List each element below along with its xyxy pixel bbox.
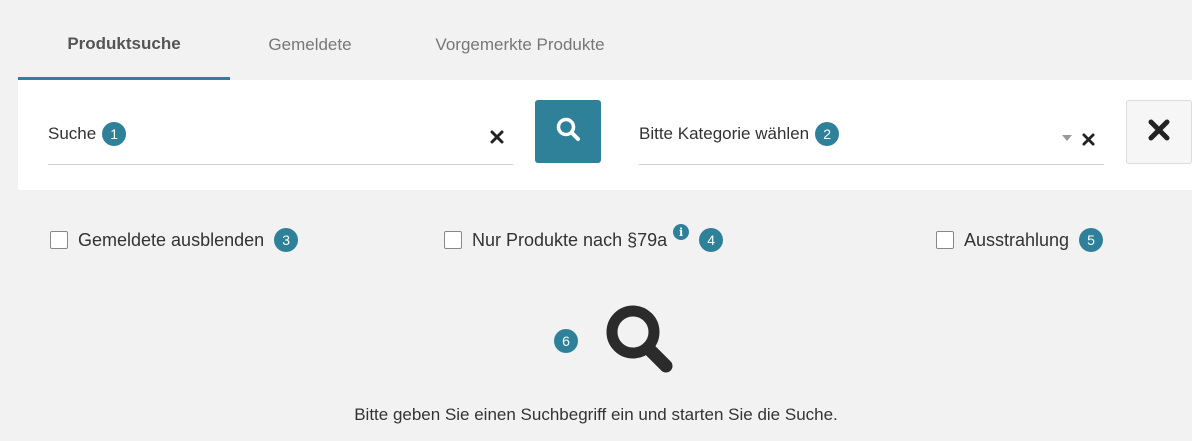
search-icon: [555, 116, 581, 147]
filter-nur-produkte-79a: Nur Produkte nach §79a i 4: [444, 224, 724, 252]
help-badge-6: 6: [554, 328, 578, 353]
info-icon[interactable]: i: [673, 224, 690, 240]
ausstrahlung-checkbox[interactable]: [936, 231, 954, 249]
close-icon: [1147, 118, 1171, 147]
nur-produkte-79a-checkbox[interactable]: [444, 231, 462, 249]
search-icon: [602, 303, 676, 378]
filter-gemeldete-ausblenden: Gemeldete ausblenden 3: [50, 228, 299, 252]
search-label: Suche: [48, 124, 97, 143]
filter-ausstrahlung: Ausstrahlung 5: [936, 228, 1104, 252]
empty-state-message: Bitte geben Sie einen Suchbegriff ein un…: [354, 405, 838, 424]
filter-label: Nur Produkte nach §79a: [472, 229, 668, 250]
tab-gemeldete[interactable]: Gemeldete: [230, 10, 390, 80]
reset-button[interactable]: [1126, 100, 1192, 164]
help-badge-2: 2: [815, 122, 840, 146]
help-badge-5: 5: [1079, 228, 1104, 252]
tab-bar: Produktsuche Gemeldete Vorgemerkte Produ…: [18, 10, 1192, 80]
clear-category-icon[interactable]: [1082, 130, 1095, 151]
category-label: Bitte Kategorie wählen: [639, 124, 810, 143]
search-input[interactable]: Suche 1: [48, 80, 513, 165]
tab-produktsuche[interactable]: Produktsuche: [18, 10, 230, 80]
search-button[interactable]: [535, 100, 601, 163]
category-label-wrap: Bitte Kategorie wählen 2: [639, 122, 840, 146]
category-select[interactable]: Bitte Kategorie wählen 2: [639, 80, 1104, 165]
empty-state-icon-group: 6: [554, 303, 676, 378]
clear-search-icon[interactable]: [490, 128, 504, 149]
help-badge-4: 4: [699, 228, 724, 252]
filter-label: Ausstrahlung: [964, 229, 1070, 250]
search-panel: Suche 1 Bitte Kategorie wählen 2: [18, 80, 1192, 190]
help-badge-1: 1: [102, 122, 127, 146]
tab-vorgemerkte-produkte[interactable]: Vorgemerkte Produkte: [390, 10, 630, 80]
gemeldete-ausblenden-checkbox[interactable]: [50, 231, 68, 249]
filter-label: Gemeldete ausblenden: [78, 229, 265, 250]
search-label-wrap: Suche 1: [48, 122, 127, 146]
chevron-down-icon[interactable]: [1062, 135, 1072, 141]
help-badge-3: 3: [274, 228, 299, 252]
